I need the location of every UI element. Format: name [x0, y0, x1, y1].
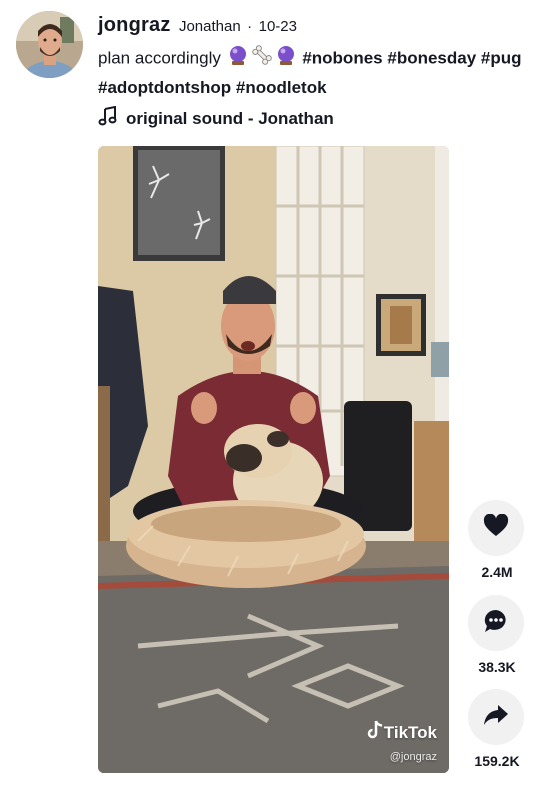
- header-separator: ·: [247, 18, 253, 35]
- hashtag-link[interactable]: #noodletok: [236, 78, 327, 97]
- like-count: 2.4M: [481, 564, 513, 580]
- author-nickname[interactable]: Jonathan: [179, 18, 241, 35]
- share-icon: [483, 704, 509, 731]
- watermark-logo-text: TikTok: [383, 722, 437, 742]
- tiktok-logo-icon: [366, 720, 384, 745]
- crystal-ball-icon: [275, 44, 297, 74]
- like-button[interactable]: [468, 500, 524, 556]
- caption-line-1: plan accordingly #nobones #bonesday #pug: [98, 44, 550, 74]
- sound-title: original sound - Jonathan: [126, 108, 334, 128]
- comment-icon: [483, 608, 509, 639]
- comment-button[interactable]: [468, 595, 524, 651]
- author-avatar[interactable]: [16, 11, 83, 78]
- video-frame: [98, 146, 449, 773]
- tiktok-watermark: TikTok: [366, 720, 437, 745]
- hashtag-link[interactable]: #adoptdontshop: [98, 78, 231, 97]
- bone-icon: [251, 44, 273, 74]
- post-caption: plan accordingly #nobones #bonesday #pug…: [98, 44, 550, 101]
- comment-count: 38.3K: [478, 659, 516, 675]
- caption-text: plan accordingly: [98, 48, 221, 68]
- share-count: 159.2K: [474, 753, 520, 769]
- video-player[interactable]: TikTok @jongraz: [98, 146, 449, 773]
- watermark-username: @jongraz: [389, 751, 437, 763]
- hashtag-link[interactable]: #pug: [481, 48, 522, 67]
- heart-icon: [483, 513, 509, 543]
- post-date: 10-23: [258, 18, 297, 35]
- caption-line-2: #adoptdontshop #noodletok: [98, 74, 550, 101]
- hashtag-link[interactable]: #bonesday: [387, 48, 476, 67]
- music-note-icon: [98, 105, 126, 131]
- sound-link[interactable]: original sound - Jonathan: [98, 105, 334, 131]
- author-username[interactable]: jongraz: [98, 14, 171, 36]
- crystal-ball-icon: [227, 44, 249, 74]
- hashtag-link[interactable]: #nobones: [302, 48, 382, 67]
- share-button[interactable]: [468, 689, 524, 745]
- post-header: jongraz Jonathan · 10-23: [98, 14, 297, 37]
